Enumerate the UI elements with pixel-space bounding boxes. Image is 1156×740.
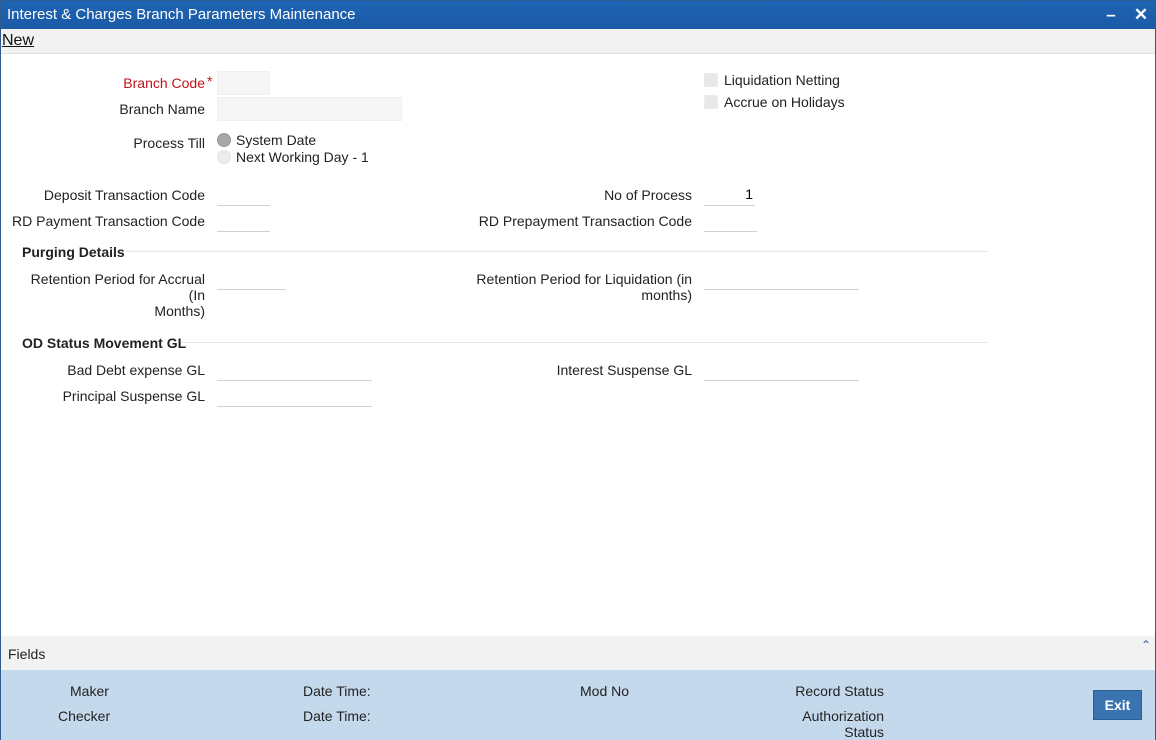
checker-date-time-label: Date Time:	[303, 708, 371, 724]
required-marker: *	[207, 73, 213, 89]
next-working-day-option-label: Next Working Day - 1	[236, 149, 369, 165]
purging-details-heading: Purging Details	[22, 244, 125, 260]
authorization-status-line2: Status	[844, 724, 884, 740]
branch-name-input[interactable]	[217, 97, 402, 121]
no-of-process-label: No of Process	[604, 187, 692, 203]
branch-code-input[interactable]	[217, 71, 270, 95]
principal-suspense-gl-label: Principal Suspense GL	[62, 388, 205, 404]
minimize-icon[interactable]: –	[1101, 5, 1121, 25]
liquidation-netting-label: Liquidation Netting	[724, 72, 840, 88]
fields-bar[interactable]: Fields ⌃	[1, 636, 1155, 670]
purging-details-divider	[126, 251, 988, 252]
record-status-label: Record Status	[795, 683, 884, 699]
process-till-next-working-day-radio[interactable]	[217, 150, 231, 164]
menu-bar: New	[1, 29, 1155, 54]
branch-name-label: Branch Name	[119, 101, 205, 117]
system-date-option-label: System Date	[236, 132, 317, 148]
audit-footer: Maker Checker Date Time: Date Time: Mod …	[1, 670, 1155, 740]
fields-label: Fields	[8, 646, 46, 662]
window-title: Interest & Charges Branch Parameters Mai…	[7, 6, 356, 23]
rd-prepayment-transaction-code-input[interactable]	[704, 208, 757, 232]
accrue-on-holidays-label: Accrue on Holidays	[724, 94, 845, 110]
principal-suspense-gl-input[interactable]	[217, 383, 372, 407]
retention-accrual-label-line1: Retention Period for Accrual (In	[30, 271, 205, 303]
exit-button[interactable]: Exit	[1093, 690, 1142, 720]
retention-accrual-label-line2: Months)	[154, 303, 205, 319]
app-window: Interest & Charges Branch Parameters Mai…	[0, 0, 1156, 740]
authorization-status-label: Authorization Status	[761, 708, 884, 740]
title-bar: Interest & Charges Branch Parameters Mai…	[1, 1, 1155, 29]
new-menu-item[interactable]: New	[2, 32, 34, 50]
interest-suspense-gl-label: Interest Suspense GL	[556, 362, 692, 378]
deposit-transaction-code-input[interactable]	[217, 182, 270, 206]
process-till-label: Process Till	[133, 135, 205, 151]
accrue-on-holidays-checkbox[interactable]	[704, 95, 718, 109]
close-icon[interactable]: ✕	[1131, 5, 1151, 25]
bad-debt-gl-input[interactable]	[217, 357, 372, 381]
authorization-status-line1: Authorization	[802, 708, 884, 724]
retention-liquidation-input[interactable]	[704, 266, 859, 290]
rd-prepayment-transaction-code-label: RD Prepayment Transaction Code	[478, 213, 692, 229]
deposit-transaction-code-label: Deposit Transaction Code	[43, 187, 205, 203]
retention-liquidation-label-line2: months)	[641, 287, 692, 303]
maker-label: Maker	[70, 683, 109, 699]
rd-payment-transaction-code-input[interactable]	[217, 208, 270, 232]
retention-accrual-label: Retention Period for Accrual (In Months)	[11, 271, 205, 319]
mod-no-label: Mod No	[580, 683, 630, 699]
od-status-heading: OD Status Movement GL	[22, 335, 187, 351]
retention-liquidation-label: Retention Period for Liquidation (in mon…	[441, 271, 692, 303]
retention-accrual-input[interactable]	[217, 266, 286, 290]
checker-label: Checker	[58, 708, 111, 724]
chevron-up-icon[interactable]: ⌃	[1141, 638, 1151, 652]
maker-date-time-label: Date Time:	[303, 683, 371, 699]
process-till-system-date-radio[interactable]	[217, 133, 231, 147]
no-of-process-input[interactable]	[704, 182, 755, 206]
interest-suspense-gl-input[interactable]	[704, 357, 859, 381]
branch-code-label: Branch Code	[123, 75, 205, 91]
retention-liquidation-label-line1: Retention Period for Liquidation (in	[476, 271, 692, 287]
bad-debt-gl-label: Bad Debt expense GL	[67, 362, 205, 378]
od-status-divider	[181, 342, 988, 343]
liquidation-netting-checkbox[interactable]	[704, 73, 718, 87]
rd-payment-transaction-code-label: RD Payment Transaction Code	[12, 213, 205, 229]
